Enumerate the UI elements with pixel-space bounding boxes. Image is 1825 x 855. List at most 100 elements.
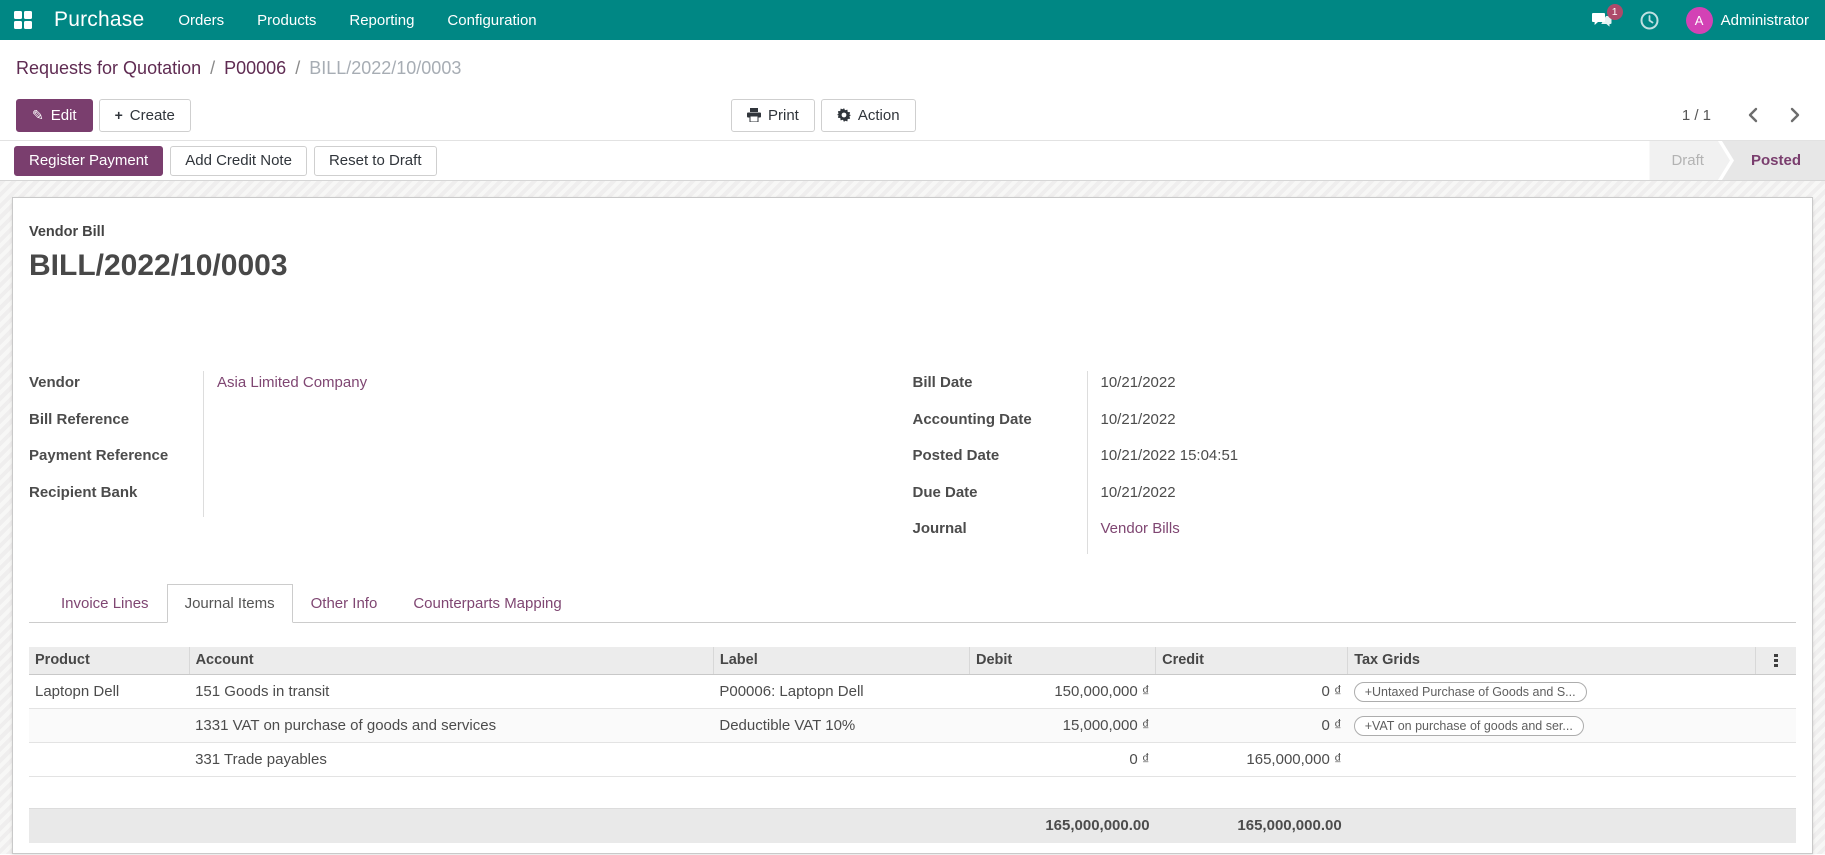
bill-reference-label: Bill Reference xyxy=(29,410,130,428)
cell-debit: 15,000,000 ₫ xyxy=(969,708,1156,743)
breadcrumb-separator: / xyxy=(210,57,216,78)
left-field-group: Vendor Asia Limited Company Bill Referen… xyxy=(29,371,913,554)
journal-value-link[interactable]: Vendor Bills xyxy=(1101,520,1180,537)
accounting-date-label: Accounting Date xyxy=(912,410,1032,428)
breadcrumb-link-p00006[interactable]: P00006 xyxy=(224,58,286,79)
cell-credit: 0 ₫ xyxy=(1155,674,1348,709)
pager-next-button[interactable] xyxy=(1786,103,1805,127)
vendor-label: Vendor xyxy=(29,374,80,391)
edit-button[interactable]: ✎ Edit xyxy=(16,98,93,132)
cell-debit: 150,000,000 ₫ xyxy=(969,674,1156,709)
tab-invoice-lines[interactable]: Invoice Lines xyxy=(43,584,167,623)
column-header-account[interactable]: Account xyxy=(188,646,714,675)
messages-button[interactable]: 1 xyxy=(1591,4,1623,29)
tax-grid-badge[interactable]: +VAT on purchase of goods and ser... xyxy=(1353,715,1584,736)
action-button[interactable]: Action xyxy=(820,98,916,132)
cell-label: Deductible VAT 10% xyxy=(713,708,970,743)
breadcrumb-current: BILL/2022/10/0003 xyxy=(309,57,462,78)
document-type-label: Vendor Bill xyxy=(29,224,105,240)
menu-reporting[interactable]: Reporting xyxy=(349,12,414,29)
avatar: A xyxy=(1685,6,1713,34)
pager-previous-button[interactable] xyxy=(1743,103,1762,127)
due-date-value: 10/21/2022 xyxy=(1086,480,1797,517)
table-header-row: Product Account Label Debit Credit Tax G… xyxy=(29,646,1796,675)
breadcrumb: Requests for Quotation / P00006 / BILL/2… xyxy=(0,40,1825,90)
cell-debit: 0 ₫ xyxy=(969,742,1156,777)
bill-date-label: Bill Date xyxy=(912,374,973,391)
reset-to-draft-button[interactable]: Reset to Draft xyxy=(313,145,437,176)
create-button[interactable]: + Create xyxy=(98,98,191,132)
control-panel: ✎ Edit + Create Print Action 1 / 1 xyxy=(0,90,1825,140)
cell-account: 331 Trade payables xyxy=(189,742,714,777)
form-sheet: Vendor Bill BILL/2022/10/0003 Vendor Asi… xyxy=(12,197,1813,854)
column-header-label[interactable]: Label xyxy=(712,646,970,675)
recipient-bank-label: Recipient Bank xyxy=(29,483,138,501)
page-title: BILL/2022/10/0003 xyxy=(29,249,288,282)
apps-menu-icon[interactable] xyxy=(14,11,32,29)
menu-products[interactable]: Products xyxy=(257,12,316,29)
tab-counterparts-mapping[interactable]: Counterparts Mapping xyxy=(395,584,579,623)
optional-columns-button[interactable] xyxy=(1755,646,1796,675)
table-row[interactable]: 331 Trade payables 0 ₫ 165,000,000 ₫ xyxy=(29,742,1796,777)
accounting-date-value: 10/21/2022 xyxy=(1086,407,1797,444)
payment-reference-value xyxy=(203,444,913,481)
status-draft[interactable]: Draft xyxy=(1649,141,1730,180)
menu-configuration[interactable]: Configuration xyxy=(447,12,536,29)
total-debit: 165,000,000.00 xyxy=(969,808,1156,843)
cell-product: Laptopn Dell xyxy=(29,674,190,709)
tab-journal-items[interactable]: Journal Items xyxy=(166,583,293,623)
journal-label: Journal xyxy=(912,520,967,537)
plus-icon: + xyxy=(114,107,123,123)
main-menu: Orders Products Reporting Configuration xyxy=(178,12,536,29)
column-header-tax-grids[interactable]: Tax Grids xyxy=(1347,646,1756,675)
cell-product xyxy=(29,742,190,777)
vendor-value-link[interactable]: Asia Limited Company xyxy=(217,374,367,391)
due-date-label: Due Date xyxy=(912,483,978,501)
table-row[interactable]: Laptopn Dell 151 Goods in transit P00006… xyxy=(29,674,1796,709)
pager: 1 / 1 xyxy=(1682,103,1809,127)
cell-label: P00006: Laptopn Dell xyxy=(713,674,970,709)
app-brand[interactable]: Purchase xyxy=(54,8,144,32)
right-field-group: Bill Date 10/21/2022 Accounting Date 10/… xyxy=(913,371,1797,554)
gear-icon xyxy=(836,108,851,122)
tax-grid-badge[interactable]: +Untaxed Purchase of Goods and S... xyxy=(1353,681,1587,702)
status-widget: Draft Posted xyxy=(1649,141,1825,180)
cell-product xyxy=(29,708,190,743)
add-credit-note-button[interactable]: Add Credit Note xyxy=(170,145,307,176)
statusbar: Register Payment Add Credit Note Reset t… xyxy=(0,140,1825,181)
menu-orders[interactable]: Orders xyxy=(178,12,224,29)
form-view-background: Vendor Bill BILL/2022/10/0003 Vendor Asi… xyxy=(0,181,1825,854)
register-payment-button[interactable]: Register Payment xyxy=(14,145,164,176)
field-groups: Vendor Asia Limited Company Bill Referen… xyxy=(29,371,1796,554)
recipient-bank-value xyxy=(203,480,913,517)
breadcrumb-link-requests-for-quotation[interactable]: Requests for Quotation xyxy=(16,58,201,79)
cell-label xyxy=(713,742,970,777)
journal-items-table: Product Account Label Debit Credit Tax G… xyxy=(29,646,1796,843)
column-header-debit[interactable]: Debit xyxy=(968,646,1156,675)
payment-reference-label: Payment Reference xyxy=(29,447,169,464)
pencil-icon: ✎ xyxy=(32,107,44,123)
print-button[interactable]: Print xyxy=(731,98,815,132)
printer-icon xyxy=(747,108,761,122)
top-navbar: Purchase Orders Products Reporting Confi… xyxy=(0,0,1825,40)
status-posted[interactable]: Posted xyxy=(1720,141,1825,180)
vertical-dots-icon xyxy=(1774,653,1778,668)
breadcrumb-separator: / xyxy=(295,57,301,78)
user-name: Administrator xyxy=(1720,11,1809,29)
spacer-row xyxy=(29,776,1796,809)
cell-credit: 165,000,000 ₫ xyxy=(1155,742,1348,777)
tab-other-info[interactable]: Other Info xyxy=(293,584,396,623)
activities-button[interactable] xyxy=(1640,11,1659,30)
total-credit: 165,000,000.00 xyxy=(1155,808,1348,843)
table-row[interactable]: 1331 VAT on purchase of goods and servic… xyxy=(29,708,1796,743)
bill-date-value: 10/21/2022 xyxy=(1086,371,1797,408)
cell-account: 151 Goods in transit xyxy=(189,674,714,709)
posted-date-value: 10/21/2022 15:04:51 xyxy=(1086,444,1797,481)
cell-account: 1331 VAT on purchase of goods and servic… xyxy=(189,708,714,743)
messages-count-badge: 1 xyxy=(1606,4,1623,20)
totals-row: 165,000,000.00 165,000,000.00 xyxy=(29,808,1796,843)
column-header-credit[interactable]: Credit xyxy=(1155,646,1348,675)
column-header-product[interactable]: Product xyxy=(29,646,190,675)
pager-value: 1 / 1 xyxy=(1681,106,1711,124)
user-menu[interactable]: A Administrator xyxy=(1685,6,1809,34)
